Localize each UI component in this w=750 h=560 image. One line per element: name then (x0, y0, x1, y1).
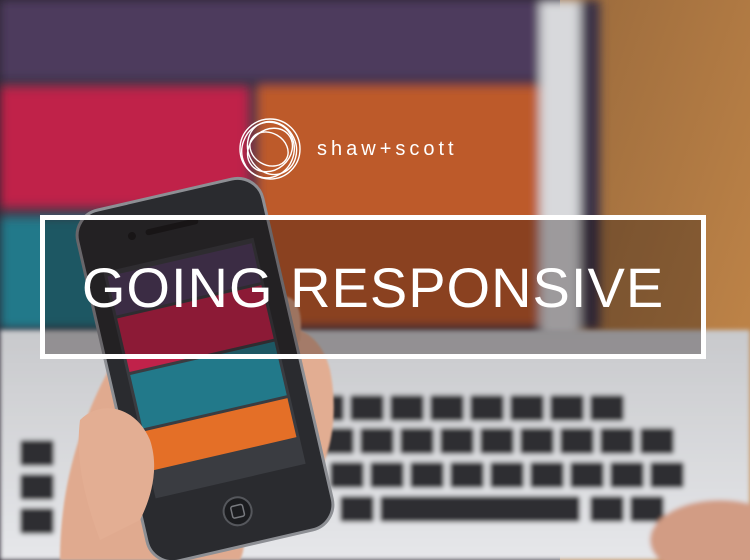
headline: GOING RESPONSIVE (81, 255, 665, 319)
brand-name: shaw+scott (317, 137, 458, 160)
hero-banner: shaw+scott GOING RESPONSIVE (0, 0, 750, 560)
concentric-rings-icon (239, 118, 301, 180)
brand-logo: shaw+scott (235, 114, 458, 184)
